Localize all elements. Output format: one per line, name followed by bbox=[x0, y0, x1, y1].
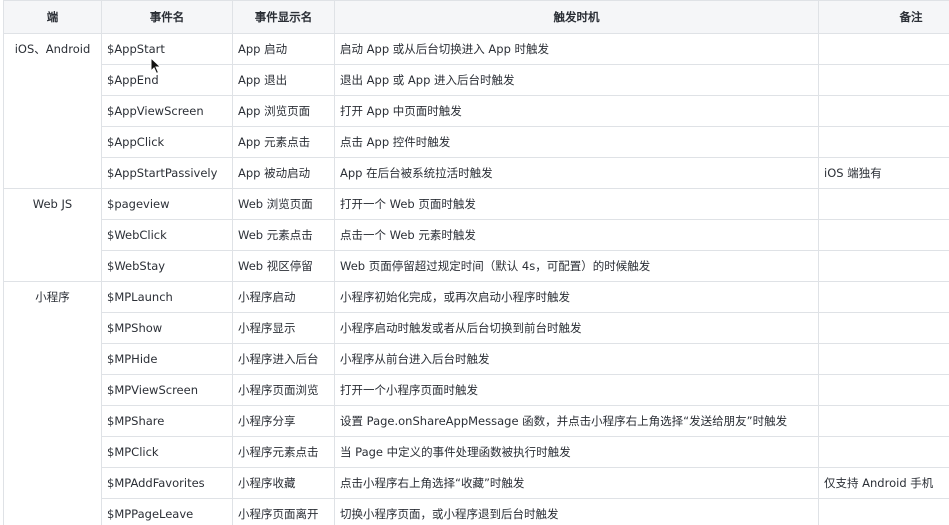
table-row: $WebStay Web 视区停留 Web 页面停留超过规定时间（默认 4s，可配置… bbox=[4, 250, 949, 282]
note-cell bbox=[818, 219, 949, 251]
table-row: $AppViewScreen App 浏览页面 打开 App 中页面时触发 bbox=[4, 95, 949, 127]
display-name-cell: 小程序分享 bbox=[232, 405, 335, 437]
table-row: $MPPageLeave 小程序页面离开 切换小程序页面，或小程序退到后台时触发 bbox=[4, 498, 949, 525]
preset-events-table: 端 事件名 事件显示名 触发时机 备注 iOS、Android $AppStart… bbox=[3, 0, 949, 525]
display-name-cell: 小程序元素点击 bbox=[232, 436, 335, 468]
trigger-cell: 打开一个小程序页面时触发 bbox=[334, 374, 819, 406]
event-name-cell: $AppEnd bbox=[101, 64, 233, 96]
event-name-cell: $MPShare bbox=[101, 405, 233, 437]
event-name-cell: $MPLaunch bbox=[101, 281, 233, 313]
display-name-cell: Web 元素点击 bbox=[232, 219, 335, 251]
event-name-cell: $MPClick bbox=[101, 436, 233, 468]
trigger-cell: 打开 App 中页面时触发 bbox=[334, 95, 819, 127]
platform-cell: 小程序 bbox=[3, 281, 102, 525]
header-display-name: 事件显示名 bbox=[232, 0, 335, 34]
display-name-cell: App 退出 bbox=[232, 64, 335, 96]
table-row: $AppStartPassively App 被动启动 App 在后台被系统拉活时触… bbox=[4, 157, 949, 189]
platform-cell: iOS、Android bbox=[3, 33, 102, 189]
table-row: iOS、Android $AppStart App 启动 启动 App 或从后台切换进… bbox=[3, 33, 949, 189]
note-cell bbox=[818, 126, 949, 158]
table-body: iOS、Android $AppStart App 启动 启动 App 或从后台切换进… bbox=[3, 33, 949, 525]
display-name-cell: App 浏览页面 bbox=[232, 95, 335, 127]
note-cell bbox=[818, 312, 949, 344]
event-name-cell: $pageview bbox=[101, 188, 233, 220]
display-name-cell: App 被动启动 bbox=[232, 157, 335, 189]
platform-cell: Web JS bbox=[3, 188, 102, 282]
event-table-frame: 端 事件名 事件显示名 触发时机 备注 iOS、Android $AppStart… bbox=[0, 0, 949, 525]
trigger-cell: 设置 Page.onShareAppMessage 函数，并点击小程序右上角选择… bbox=[334, 405, 819, 437]
event-name-cell: $MPAddFavorites bbox=[101, 467, 233, 499]
table-row: Web JS $pageview Web 浏览页面 打开一个 Web 页面时触发 bbox=[3, 188, 949, 282]
trigger-cell: 切换小程序页面，或小程序退到后台时触发 bbox=[334, 498, 819, 525]
event-name-cell: $WebStay bbox=[101, 250, 233, 282]
display-name-cell: Web 浏览页面 bbox=[232, 188, 335, 220]
trigger-cell: 小程序初始化完成，或再次启动小程序时触发 bbox=[334, 281, 819, 313]
event-name-cell: $AppViewScreen bbox=[101, 95, 233, 127]
table-row: 小程序 $MPLaunch 小程序启动 小程序初始化完成，或再次启动小程序时触发 bbox=[3, 281, 949, 525]
note-cell bbox=[818, 281, 949, 313]
note-cell bbox=[818, 250, 949, 282]
header-platform: 端 bbox=[3, 0, 102, 34]
trigger-cell: 小程序从前台进入后台时触发 bbox=[334, 343, 819, 375]
event-name-cell: $AppStartPassively bbox=[101, 157, 233, 189]
header-note: 备注 bbox=[818, 0, 949, 34]
header-trigger: 触发时机 bbox=[334, 0, 819, 34]
note-cell bbox=[818, 498, 949, 525]
trigger-cell: Web 页面停留超过规定时间（默认 4s，可配置）的时候触发 bbox=[334, 250, 819, 282]
trigger-cell: 当 Page 中定义的事件处理函数被执行时触发 bbox=[334, 436, 819, 468]
trigger-cell: 点击 App 控件时触发 bbox=[334, 126, 819, 158]
trigger-cell: 点击一个 Web 元素时触发 bbox=[334, 219, 819, 251]
trigger-cell: 退出 App 或 App 进入后台时触发 bbox=[334, 64, 819, 96]
note-cell bbox=[818, 95, 949, 127]
table-row: $MPAddFavorites 小程序收藏 点击小程序右上角选择“收藏”时触发 仅支持… bbox=[4, 467, 949, 499]
header-event-name: 事件名 bbox=[101, 0, 233, 34]
display-name-cell: 小程序页面浏览 bbox=[232, 374, 335, 406]
event-name-cell: $MPHide bbox=[101, 343, 233, 375]
event-name-cell: $WebClick bbox=[101, 219, 233, 251]
display-name-cell: Web 视区停留 bbox=[232, 250, 335, 282]
event-name-cell: $MPShow bbox=[101, 312, 233, 344]
display-name-cell: 小程序启动 bbox=[232, 281, 335, 313]
trigger-cell: 启动 App 或从后台切换进入 App 时触发 bbox=[334, 33, 819, 65]
note-cell bbox=[818, 374, 949, 406]
table-row: $MPShow 小程序显示 小程序启动时触发或者从后台切换到前台时触发 bbox=[4, 312, 949, 344]
display-name-cell: App 元素点击 bbox=[232, 126, 335, 158]
event-name-cell: $MPViewScreen bbox=[101, 374, 233, 406]
note-cell bbox=[818, 33, 949, 65]
note-cell: 仅支持 Android 手机 bbox=[818, 467, 949, 499]
note-cell: iOS 端独有 bbox=[818, 157, 949, 189]
note-cell bbox=[818, 64, 949, 96]
table-row: $MPShare 小程序分享 设置 Page.onShareAppMessage 函… bbox=[4, 405, 949, 437]
table-row: $WebClick Web 元素点击 点击一个 Web 元素时触发 bbox=[4, 219, 949, 251]
trigger-cell: App 在后台被系统拉活时触发 bbox=[334, 157, 819, 189]
display-name-cell: 小程序收藏 bbox=[232, 467, 335, 499]
table-row: $AppEnd App 退出 退出 App 或 App 进入后台时触发 bbox=[4, 64, 949, 96]
event-name-cell: $MPPageLeave bbox=[101, 498, 233, 525]
trigger-cell: 小程序启动时触发或者从后台切换到前台时触发 bbox=[334, 312, 819, 344]
table-row: $MPViewScreen 小程序页面浏览 打开一个小程序页面时触发 bbox=[4, 374, 949, 406]
table-row: $MPClick 小程序元素点击当 Page 中定义的事件处理函数被执行时触发 bbox=[4, 436, 949, 468]
trigger-cell: 点击小程序右上角选择“收藏”时触发 bbox=[334, 467, 819, 499]
display-name-cell: 小程序进入后台 bbox=[232, 343, 335, 375]
display-name-cell: 小程序显示 bbox=[232, 312, 335, 344]
note-cell bbox=[818, 188, 949, 220]
note-cell bbox=[818, 436, 949, 468]
display-name-cell: 小程序页面离开 bbox=[232, 498, 335, 525]
trigger-cell: 打开一个 Web 页面时触发 bbox=[334, 188, 819, 220]
table-row: $MPHide 小程序进入后台 小程序从前台进入后台时触发 bbox=[4, 343, 949, 375]
note-cell bbox=[818, 405, 949, 437]
note-cell bbox=[818, 343, 949, 375]
table-row: $AppClick App 元素点击 点击 App 控件时触发 bbox=[4, 126, 949, 158]
event-name-cell: $AppStart bbox=[101, 33, 233, 65]
event-name-cell: $AppClick bbox=[101, 126, 233, 158]
table-header-row: 端 事件名 事件显示名 触发时机 备注 bbox=[3, 0, 949, 34]
display-name-cell: App 启动 bbox=[232, 33, 335, 65]
